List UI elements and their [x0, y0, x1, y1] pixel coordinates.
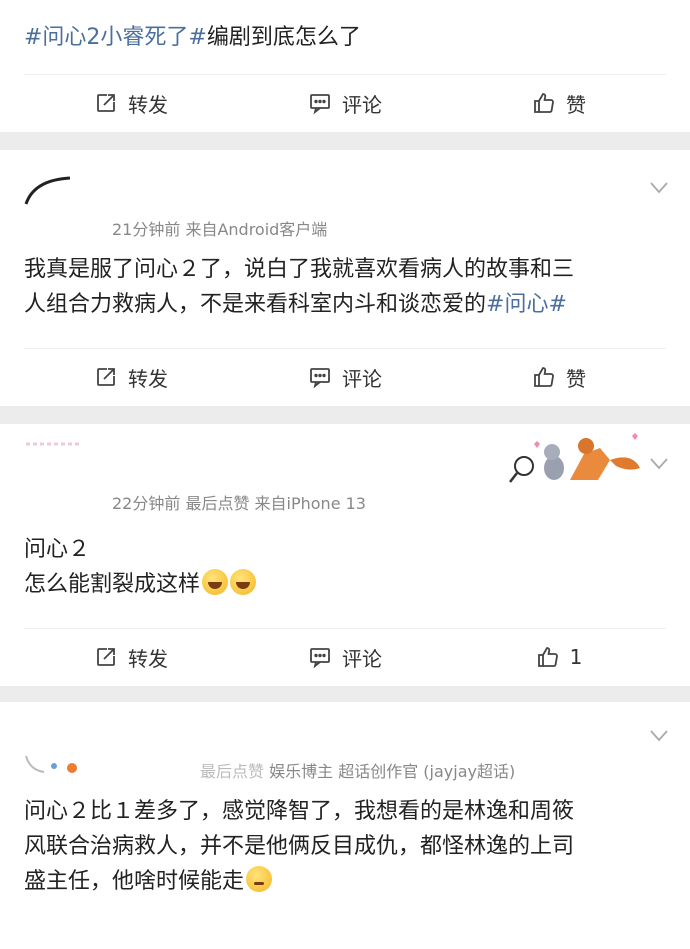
repost-icon [97, 94, 115, 112]
like-label: 赞 [566, 366, 586, 391]
action-bar: 转发 评论 1 [24, 628, 666, 685]
like-icon [534, 93, 554, 113]
repost-icon [97, 368, 115, 386]
post-card-2: 21分钟前 来自Android客户端 我真是服了问心２了，说白了我就喜欢看病人的… [0, 150, 690, 406]
comment-button[interactable]: 评论 [238, 643, 452, 672]
repost-label: 转发 [128, 366, 168, 391]
avatar[interactable] [24, 174, 72, 214]
hashtag-link[interactable]: #问心2小睿死了# [24, 25, 207, 50]
comment-label: 评论 [342, 92, 382, 117]
laughing-emoji [230, 569, 257, 595]
repost-button[interactable]: 转发 [24, 89, 238, 118]
post-body-line: 问心２ [24, 537, 91, 562]
action-bar: 转发 评论 赞 [24, 74, 666, 131]
like-icon [534, 367, 554, 387]
user-badges[interactable]: 娱乐博主 超话创作官 (jayjay超话) [269, 762, 515, 781]
chevron-down-icon[interactable] [650, 458, 668, 470]
like-icon [537, 647, 558, 667]
comment-button[interactable]: 评论 [238, 89, 452, 118]
post-body-line: 盛主任，他啥时候能走 [24, 869, 245, 894]
post-meta: 22分钟前 最后点赞 来自iPhone 13 [112, 494, 366, 513]
thinking-emoji [246, 866, 273, 892]
post-body-line: 风联合治病救人，并不是他俩反目成仇，都怪林逸的上司 [24, 834, 575, 859]
post-body-line: 我真是服了问心２了，说白了我就喜欢看病人的故事和三 [24, 257, 575, 282]
comment-button[interactable]: 评论 [238, 363, 452, 392]
laughing-emoji [202, 569, 229, 595]
comment-label: 评论 [342, 646, 382, 671]
repost-icon [97, 648, 115, 666]
separator [0, 132, 690, 150]
repost-label: 转发 [128, 646, 168, 671]
comment-icon [310, 94, 330, 115]
post-text: 我真是服了问心２了，说白了我就喜欢看病人的故事和三 人组合力救病人，不是来看科室… [0, 252, 598, 322]
post-card-1: #问心2小睿死了#编剧到底怎么了 转发 评论 赞 [0, 0, 690, 132]
chevron-down-icon[interactable] [650, 730, 668, 742]
post-text: 问心２ 怎么能割裂成这样 [0, 532, 280, 602]
post-body-line: 问心２比１差多了，感觉降智了，我想看的是林逸和周筱 [24, 799, 575, 824]
post-body-line: 怎么能割裂成这样 [24, 572, 201, 597]
post-text: 问心２比１差多了，感觉降智了，我想看的是林逸和周筱 风联合治病救人，并不是他俩反… [0, 794, 598, 899]
like-label: 赞 [566, 92, 586, 117]
like-button[interactable]: 1 [452, 645, 666, 669]
post-meta: 最后点赞 娱乐博主 超话创作官 (jayjay超话) [200, 758, 515, 782]
comment-icon [310, 648, 330, 669]
hashtag-link[interactable]: #问心# [486, 292, 567, 317]
post-card-4: 最后点赞 娱乐博主 超话创作官 (jayjay超话) 问心２比１差多了，感觉降智… [0, 702, 690, 949]
avatar[interactable] [24, 434, 84, 446]
meta-prefix: 最后点赞 [200, 762, 265, 781]
post-body-text: 编剧到底怎么了 [206, 25, 361, 50]
separator [0, 686, 690, 702]
repost-button[interactable]: 转发 [24, 363, 238, 392]
comment-icon [310, 368, 330, 389]
separator [0, 406, 690, 424]
like-button[interactable]: 赞 [452, 89, 666, 118]
post-card-3: 22分钟前 最后点赞 来自iPhone 13 问心２ 怎么能割裂成这样 转发 评… [0, 424, 690, 686]
post-text: #问心2小睿死了#编剧到底怎么了 [0, 0, 690, 66]
avatar[interactable] [24, 752, 84, 778]
comment-label: 评论 [342, 366, 382, 391]
repost-button[interactable]: 转发 [24, 643, 238, 672]
decoration-sticker [508, 430, 644, 490]
post-meta: 21分钟前 来自Android客户端 [112, 220, 328, 239]
like-count: 1 [569, 645, 583, 669]
action-bar: 转发 评论 赞 [24, 348, 666, 405]
repost-label: 转发 [128, 92, 168, 117]
chevron-down-icon[interactable] [650, 182, 668, 194]
like-button[interactable]: 赞 [452, 363, 666, 392]
post-body-line: 人组合力救病人，不是来看科室内斗和谈恋爱的 [24, 292, 487, 317]
